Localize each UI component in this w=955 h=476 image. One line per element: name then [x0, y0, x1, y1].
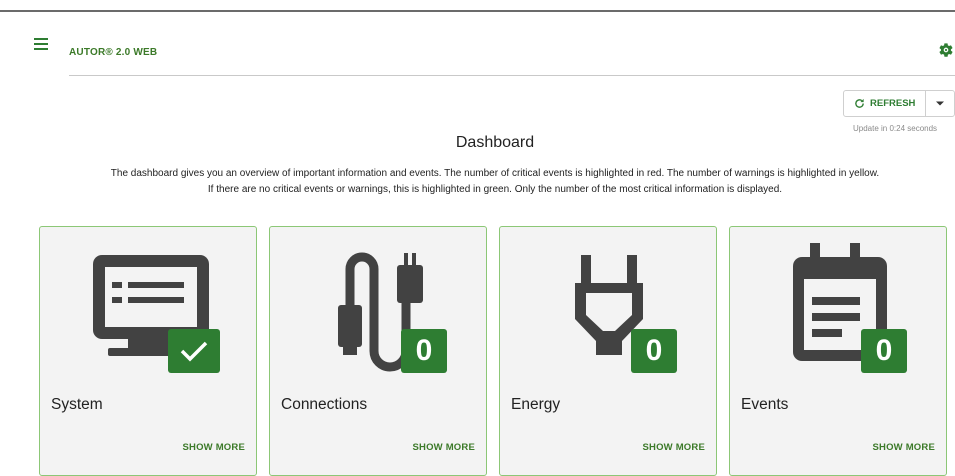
card-energy[interactable]: 0 Energy SHOW MORE — [499, 226, 717, 476]
page-title: Dashboard — [455, 134, 535, 151]
events-count-badge: 0 — [861, 329, 907, 373]
card-system[interactable]: System SHOW MORE — [39, 226, 257, 476]
system-status-badge — [168, 329, 220, 373]
show-more-button[interactable]: SHOW MORE — [413, 442, 476, 453]
caret-down-icon — [936, 101, 945, 106]
energy-count-badge: 0 — [631, 329, 677, 373]
check-icon — [180, 341, 208, 362]
card-label: System — [51, 396, 103, 413]
app-bar-divider — [69, 75, 955, 76]
connections-count-badge: 0 — [401, 329, 447, 373]
system-icon — [40, 241, 258, 381]
show-more-button[interactable]: SHOW MORE — [873, 442, 936, 453]
cable-icon — [270, 241, 488, 381]
card-connections[interactable]: 0 Connections SHOW MORE — [269, 226, 487, 476]
menu-icon[interactable] — [34, 38, 48, 50]
dashboard-description: The dashboard gives you an overview of i… — [110, 168, 880, 195]
refresh-button-group: REFRESH — [843, 90, 955, 117]
show-more-button[interactable]: SHOW MORE — [643, 442, 706, 453]
show-more-button[interactable]: SHOW MORE — [183, 442, 246, 453]
settings-gear-icon[interactable] — [938, 42, 954, 58]
card-events[interactable]: 0 Events SHOW MORE — [729, 226, 947, 476]
refresh-label: REFRESH — [870, 98, 916, 109]
calendar-icon — [730, 241, 948, 381]
refresh-icon — [855, 98, 864, 108]
app-bar — [0, 12, 955, 76]
card-label: Events — [741, 396, 789, 413]
card-label: Connections — [281, 396, 368, 413]
card-label: Energy — [511, 396, 561, 413]
refresh-dropdown-button[interactable] — [926, 91, 954, 116]
update-countdown: Update in 0:24 seconds — [853, 124, 938, 133]
refresh-button[interactable]: REFRESH — [844, 91, 927, 116]
power-plug-icon — [500, 241, 718, 381]
app-title: AUTOR® 2.0 WEB — [69, 47, 158, 58]
